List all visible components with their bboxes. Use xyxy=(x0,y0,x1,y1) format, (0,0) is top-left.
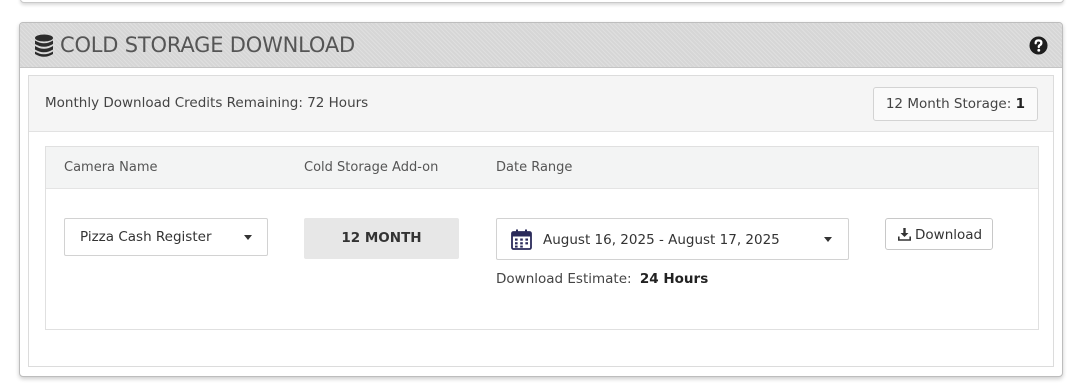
download-estimate-value: 24 Hours xyxy=(639,271,709,287)
question-circle-icon[interactable] xyxy=(1029,36,1048,55)
download-button-label: Download xyxy=(915,227,983,243)
panel-header: COLD STORAGE DOWNLOAD xyxy=(20,23,1062,68)
previous-panel-edge xyxy=(20,0,1064,3)
download-button[interactable]: Download xyxy=(885,218,993,250)
column-header-date-range: Date Range xyxy=(496,160,573,175)
download-table: Camera Name Cold Storage Add-on Date Ran… xyxy=(45,146,1039,330)
cold-storage-addon-badge: 12 MONTH xyxy=(304,218,459,259)
monthly-credits-text: Monthly Download Credits Remaining: 72 H… xyxy=(45,95,369,111)
camera-select[interactable]: Pizza Cash Register xyxy=(64,218,268,256)
column-header-camera-name: Camera Name xyxy=(64,160,158,175)
storage-label: 12 Month Storage: xyxy=(885,96,1012,112)
storage-count: 1 xyxy=(1015,96,1025,112)
camera-select-value: Pizza Cash Register xyxy=(80,229,212,245)
download-icon xyxy=(898,228,911,241)
database-icon xyxy=(35,34,53,57)
download-estimate-label: Download Estimate: xyxy=(496,271,632,287)
caret-down-icon xyxy=(244,235,252,240)
cold-storage-panel: COLD STORAGE DOWNLOAD Monthly Download C… xyxy=(19,22,1063,377)
date-range-picker[interactable]: August 16, 2025 - August 17, 2025 xyxy=(496,218,849,260)
calendar-icon xyxy=(511,229,532,250)
column-header-cold-storage-addon: Cold Storage Add-on xyxy=(304,160,439,175)
panel-title: COLD STORAGE DOWNLOAD xyxy=(60,33,355,57)
caret-down-icon xyxy=(824,237,832,242)
credits-bar: Monthly Download Credits Remaining: 72 H… xyxy=(29,76,1053,132)
table-header: Camera Name Cold Storage Add-on Date Ran… xyxy=(46,147,1038,189)
download-estimate: Download Estimate: 24 Hours xyxy=(496,271,708,287)
storage-badge: 12 Month Storage: 1 xyxy=(872,87,1038,121)
date-range-value: August 16, 2025 - August 17, 2025 xyxy=(543,232,780,248)
inner-well: Monthly Download Credits Remaining: 72 H… xyxy=(28,75,1054,367)
